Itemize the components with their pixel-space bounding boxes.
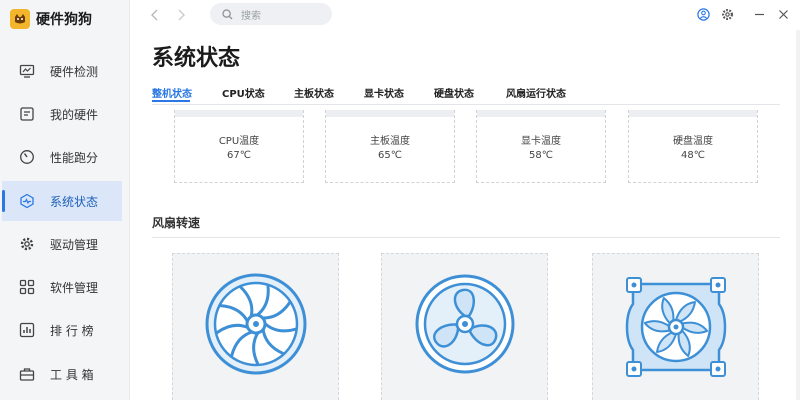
tab-gpu-status[interactable]: 显卡状态 [364, 85, 404, 100]
disk-temp-card: 硬盘温度 48℃ [628, 110, 758, 183]
temp-value: 48℃ [681, 150, 705, 161]
gear-icon [18, 235, 36, 253]
sidebar-item-ranking[interactable]: 排 行 榜 [2, 310, 122, 350]
tab-disk-status[interactable]: 硬盘状态 [434, 85, 474, 100]
speedometer-icon [18, 148, 36, 166]
cpu-temp-card: CPU温度 67℃ [174, 110, 304, 183]
scrollbar[interactable] [796, 30, 800, 400]
sidebar: 硬件狗狗 硬件检测 我的硬件 性能跑分 系统状态 驱动管理 软件管理 排 行 榜… [0, 0, 130, 400]
ranking-icon [18, 321, 36, 339]
sidebar-item-benchmark[interactable]: 性能跑分 [2, 137, 122, 177]
tab-motherboard-status[interactable]: 主板状态 [294, 85, 334, 100]
motherboard-temp-card: 主板温度 65℃ [325, 110, 455, 183]
temp-label: 显卡温度 [521, 136, 561, 147]
dog-logo-icon [10, 9, 30, 29]
gpu-temp-card: 显卡温度 58℃ [476, 110, 606, 183]
brand: 硬件狗狗 [10, 8, 92, 30]
search-icon [222, 8, 233, 20]
fan-card [172, 253, 339, 400]
sidebar-item-label: 工 具 箱 [50, 367, 94, 382]
search-input[interactable]: 搜索 [210, 3, 332, 25]
tab-fan-status[interactable]: 风扇运行状态 [506, 85, 566, 100]
sidebar-item-software-manager[interactable]: 软件管理 [2, 267, 122, 307]
user-icon[interactable] [696, 7, 710, 21]
pulse-icon [18, 192, 36, 210]
tab-overall-status[interactable]: 整机状态 [152, 85, 192, 100]
hardware-icon [18, 105, 36, 123]
search-placeholder: 搜索 [241, 10, 261, 22]
fan-card [592, 253, 759, 400]
fan-section-title: 风扇转速 [152, 216, 201, 230]
minimize-icon[interactable] [752, 7, 766, 21]
fan-card [381, 253, 548, 400]
active-tab-indicator [152, 100, 190, 102]
sidebar-item-label: 我的硬件 [50, 107, 99, 122]
sidebar-item-driver-manager[interactable]: 驱动管理 [2, 224, 122, 264]
settings-icon[interactable] [720, 7, 734, 21]
page-title: 系统状态 [152, 46, 241, 71]
tab-cpu-status[interactable]: CPU状态 [222, 85, 265, 100]
monitor-icon [18, 62, 36, 80]
temp-value: 58℃ [529, 150, 553, 161]
apps-icon [18, 278, 36, 296]
sidebar-item-label: 系统状态 [50, 194, 99, 209]
propeller-fan-icon [415, 274, 514, 374]
case-fan-icon [625, 277, 726, 377]
toolbox-icon [18, 365, 36, 383]
sidebar-item-label: 排 行 榜 [50, 323, 94, 338]
close-icon[interactable] [776, 7, 790, 21]
app-name: 硬件狗狗 [36, 12, 92, 28]
temp-value: 67℃ [227, 150, 251, 161]
temp-label: 硬盘温度 [673, 136, 713, 147]
back-chevron-icon[interactable] [148, 7, 162, 21]
sidebar-item-label: 性能跑分 [50, 150, 99, 165]
tabs-divider [152, 104, 780, 105]
temp-label: 主板温度 [370, 136, 410, 147]
section-divider [152, 237, 780, 238]
sidebar-item-system-status[interactable]: 系统状态 [2, 181, 122, 221]
sidebar-item-label: 软件管理 [50, 280, 99, 295]
sidebar-item-my-hardware[interactable]: 我的硬件 [2, 94, 122, 134]
temp-value: 65℃ [378, 150, 402, 161]
temp-label: CPU温度 [218, 136, 260, 147]
sidebar-item-hardware-detect[interactable]: 硬件检测 [2, 51, 122, 91]
sidebar-item-toolbox[interactable]: 工 具 箱 [2, 354, 122, 394]
sidebar-item-label: 硬件检测 [50, 64, 99, 79]
cpu-fan-icon [205, 273, 306, 375]
forward-chevron-icon[interactable] [174, 7, 188, 21]
sidebar-item-label: 驱动管理 [50, 237, 99, 252]
